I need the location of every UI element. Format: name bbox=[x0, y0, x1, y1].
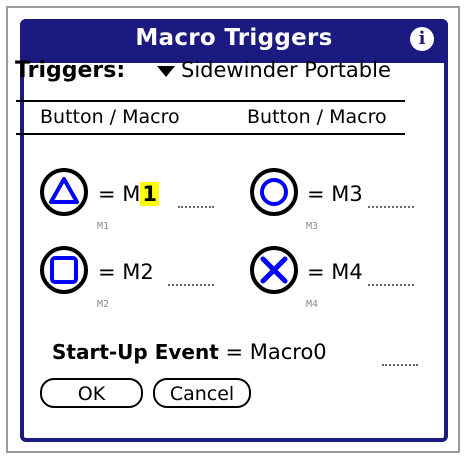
startup-value-field[interactable]: 0 bbox=[313, 340, 326, 364]
triggers-select[interactable]: Sidewinder Portable bbox=[181, 58, 391, 82]
startup-event-label: Start-Up Event bbox=[52, 340, 219, 364]
button-sub-label: M1 bbox=[97, 221, 110, 232]
macro-assign-1: = M1 bbox=[98, 182, 160, 206]
button-sub-label: M2 bbox=[97, 299, 110, 310]
macro-assign-3: = M3 bbox=[307, 182, 363, 206]
info-icon[interactable]: i bbox=[410, 27, 434, 51]
macro-assign-2: = M2 bbox=[98, 260, 154, 284]
macro-equals-label: = M2 bbox=[98, 260, 154, 284]
startup-event-row: Start-Up Event = Macro0 bbox=[52, 340, 327, 364]
column-header-left: Button / Macro bbox=[40, 106, 180, 128]
divider-top bbox=[16, 100, 405, 102]
button-sub-label: M4 bbox=[306, 299, 319, 310]
button-sub-label: M3 bbox=[306, 221, 319, 232]
field-underline bbox=[178, 206, 214, 208]
macro-equals-label: = M4 bbox=[307, 260, 363, 284]
square-button[interactable] bbox=[40, 246, 88, 294]
field-underline[interactable] bbox=[368, 206, 414, 208]
cancel-button[interactable]: Cancel bbox=[153, 378, 251, 408]
macro-value-field[interactable]: 1 bbox=[140, 182, 160, 206]
macro-equals-label: = M bbox=[98, 182, 141, 206]
square-icon bbox=[50, 256, 78, 284]
triangle-down-icon[interactable] bbox=[157, 66, 175, 77]
field-underline bbox=[382, 364, 418, 366]
circle-button[interactable] bbox=[250, 168, 298, 216]
startup-equals-label: = Macro bbox=[225, 340, 314, 364]
circle-icon bbox=[260, 178, 288, 206]
title-bar: Macro Triggers i bbox=[20, 19, 448, 63]
triangle-button[interactable] bbox=[40, 168, 88, 216]
ok-button[interactable]: OK bbox=[40, 378, 143, 408]
divider-header bbox=[16, 133, 405, 135]
x-button[interactable] bbox=[250, 246, 298, 294]
triggers-label: Triggers: bbox=[15, 58, 126, 83]
dialog-title: Macro Triggers bbox=[135, 25, 333, 51]
field-underline[interactable] bbox=[168, 284, 214, 286]
macro-equals-label: = M3 bbox=[307, 182, 363, 206]
triangle-icon bbox=[49, 177, 79, 204]
macro-assign-4: = M4 bbox=[307, 260, 363, 284]
field-underline[interactable] bbox=[368, 284, 414, 286]
x-icon bbox=[260, 256, 288, 284]
column-header-right: Button / Macro bbox=[247, 106, 387, 128]
